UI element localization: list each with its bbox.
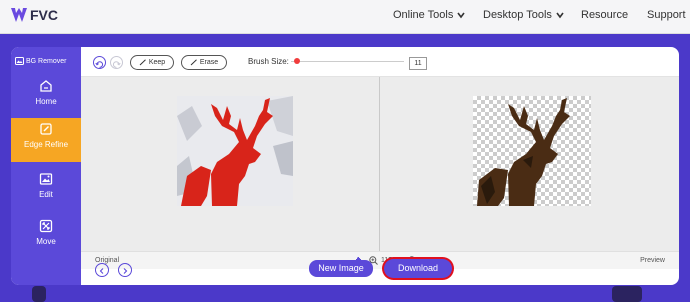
nav-support[interactable]: Support (647, 9, 686, 21)
editor-panel: BG Remover Home Edge Refine Edit Move Ke… (11, 47, 679, 285)
bg-remover-icon (15, 57, 24, 65)
toolbar: Keep Erase Brush Size: 11 (81, 47, 679, 77)
keep-button-label: Keep (148, 59, 166, 66)
sidebar-item-label: Home (35, 97, 57, 106)
sidebar-item-edit[interactable]: Edit (11, 168, 81, 212)
slider-handle[interactable] (294, 58, 300, 64)
undo-icon (95, 61, 104, 68)
sidebar-title-label: BG Remover (26, 57, 67, 65)
next-button[interactable] (118, 263, 132, 277)
redo-icon (112, 61, 121, 68)
fvc-logo-icon (11, 8, 27, 22)
eraser-icon (190, 59, 197, 66)
image-icon (39, 173, 53, 185)
sidebar-title: BG Remover (15, 57, 66, 65)
nav-online-tools-label: Online Tools (393, 9, 454, 21)
preview-label: Preview (640, 257, 665, 264)
edit-icon (40, 123, 52, 135)
preview-image[interactable] (473, 96, 591, 206)
sidebar: BG Remover Home Edge Refine Edit Move (11, 47, 81, 285)
editor-footer (81, 263, 679, 285)
sidebar-item-label: Move (36, 237, 56, 246)
top-navigation: FVC Online Tools Desktop Tools Resource … (0, 0, 690, 34)
nav-resource[interactable]: Resource (581, 9, 628, 21)
new-image-button[interactable]: New Image (309, 260, 373, 277)
keep-button[interactable]: Keep (130, 55, 174, 70)
download-button[interactable]: Download (384, 259, 452, 278)
image-viewer (81, 77, 679, 251)
redo-button[interactable] (110, 56, 123, 69)
deer-original-picture (177, 96, 293, 206)
sidebar-item-home[interactable]: Home (11, 75, 81, 119)
viewer-statusbar: Original 115% Preview (81, 251, 679, 269)
background-decoration (612, 286, 642, 302)
brush-size-input[interactable]: 11 (409, 57, 427, 70)
chevron-down-icon (457, 12, 465, 19)
undo-button[interactable] (93, 56, 106, 69)
nav-online-tools[interactable]: Online Tools (393, 9, 465, 21)
move-icon (39, 219, 53, 233)
brush-size-label: Brush Size: (248, 57, 289, 66)
sidebar-item-move[interactable]: Move (11, 215, 81, 259)
chevron-down-icon (556, 12, 564, 19)
erase-button-label: Erase (199, 59, 219, 66)
sidebar-item-label: Edit (39, 190, 53, 199)
home-icon (40, 80, 52, 92)
brand-name: FVC (30, 7, 58, 23)
nav-desktop-tools[interactable]: Desktop Tools (483, 9, 564, 21)
logo[interactable]: FVC (10, 6, 58, 24)
brush-icon (139, 59, 146, 66)
erase-button[interactable]: Erase (181, 55, 227, 70)
brush-size-slider[interactable] (291, 58, 404, 64)
original-image[interactable] (177, 96, 293, 206)
chevron-right-icon (123, 268, 128, 274)
chevron-left-icon (99, 268, 104, 274)
nav-desktop-tools-label: Desktop Tools (483, 9, 552, 21)
previous-button[interactable] (95, 263, 109, 277)
sidebar-item-label: Edge Refine (23, 140, 69, 149)
viewer-divider (379, 77, 380, 251)
sidebar-item-edge-refine[interactable]: Edge Refine (11, 118, 81, 162)
deer-cutout-picture (477, 98, 570, 206)
background-decoration (32, 286, 46, 302)
